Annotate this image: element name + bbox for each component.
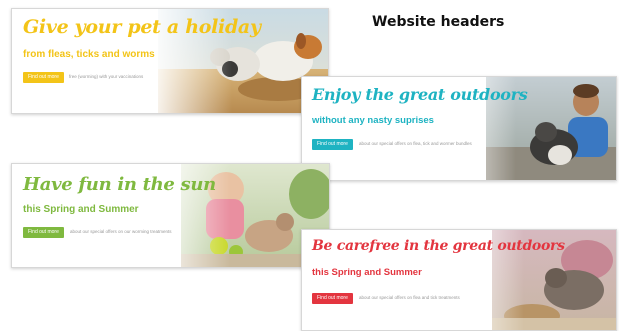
find-out-more-button[interactable]: Find out more — [312, 139, 353, 150]
banner-headline: Enjoy the great outdoors — [312, 85, 528, 104]
banner-outdoors[interactable]: Enjoy the great outdoors without any nas… — [301, 76, 617, 181]
find-out-more-button[interactable]: Find out more — [23, 72, 64, 83]
banner-note: about our special offers on our worming … — [70, 229, 172, 234]
banner-carefree[interactable]: Be carefree in the great outdoors this S… — [301, 229, 617, 331]
banner-note: about our special offers on flea and tic… — [359, 295, 460, 300]
find-out-more-button[interactable]: Find out more — [23, 227, 64, 238]
banner-subline: this Spring and Summer — [23, 204, 139, 215]
banner-subline: without any nasty suprises — [312, 115, 434, 126]
banner-note: about our special offers on flea, tick a… — [359, 141, 472, 146]
banner-holiday[interactable]: Give your pet a holiday from fleas, tick… — [11, 8, 329, 114]
banner-note: free (worming) with your vaccinations — [69, 74, 144, 79]
page-title: Website headers — [372, 14, 505, 30]
banner-subline: this Spring and Summer — [312, 267, 422, 278]
banner-headline: Have fun in the sun — [23, 174, 216, 195]
banner-headline: Give your pet a holiday — [23, 16, 261, 38]
banner-subline: from fleas, ticks and worms — [23, 49, 155, 60]
banner-sun[interactable]: Have fun in the sun this Spring and Summ… — [11, 163, 330, 268]
find-out-more-button[interactable]: Find out more — [312, 293, 353, 304]
banner-headline: Be carefree in the great outdoors — [312, 238, 565, 254]
